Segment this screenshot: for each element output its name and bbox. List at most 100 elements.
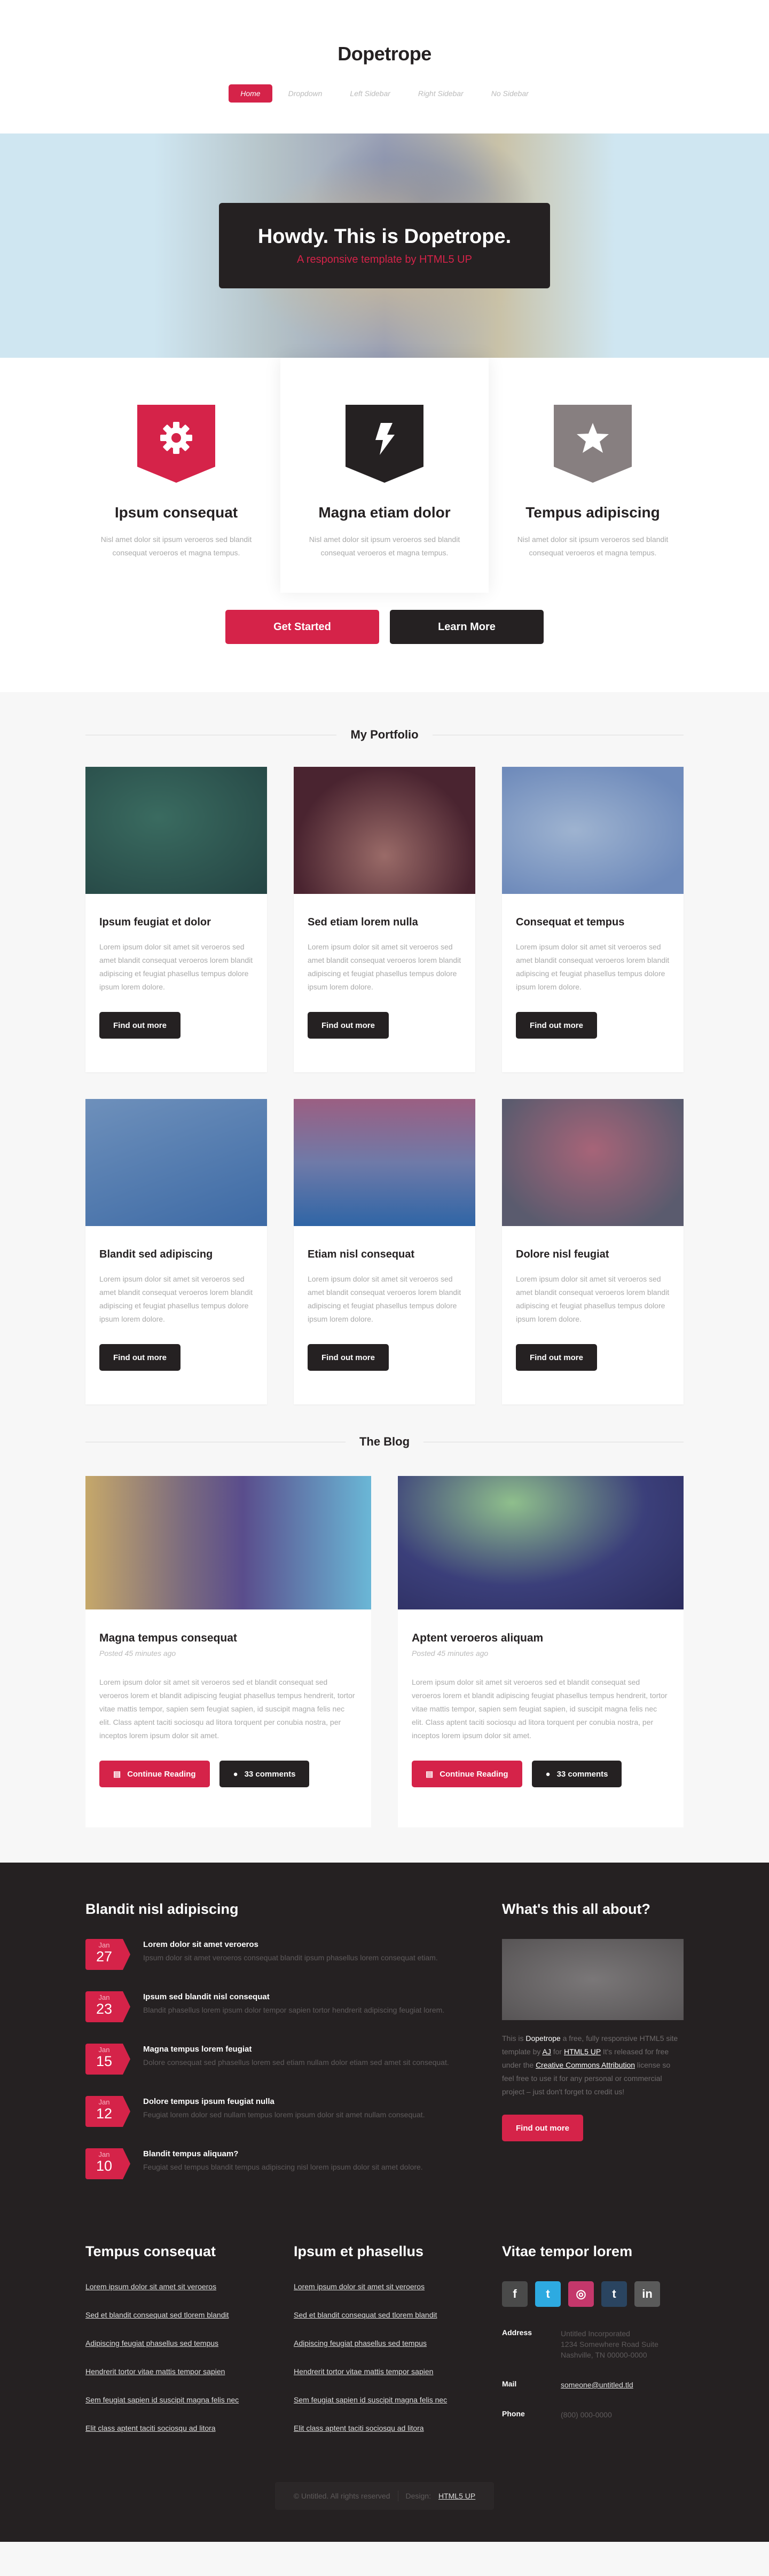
card-title[interactable]: Ipsum feugiat et dolor	[99, 916, 253, 929]
portfolio-heading: My Portfolio	[85, 724, 684, 745]
feature-text: Nisl amet dolor sit ipsum veroeros sed b…	[517, 535, 669, 557]
comments-button[interactable]: ● 33 comments	[219, 1761, 310, 1787]
main-nav: Home Dropdown Left Sidebar Right Sidebar…	[0, 84, 769, 103]
get-started-button[interactable]: Get Started	[225, 610, 379, 644]
card-text: Lorem ipsum dolor sit amet sit veroeros …	[99, 943, 253, 991]
address-line: Untitled Incorporated	[561, 2329, 630, 2338]
comment-icon: ●	[545, 1769, 551, 1779]
news-title: Blandit nisl adipiscing	[85, 1901, 239, 1917]
find-out-more-button[interactable]: Find out more	[308, 1012, 389, 1039]
html5up-link[interactable]: HTML5 UP	[564, 2047, 601, 2056]
find-out-more-button[interactable]: Find out more	[516, 1344, 597, 1371]
cc-license-link[interactable]: Creative Commons Attribution	[536, 2061, 635, 2069]
card-title[interactable]: Consequat et tempus	[516, 916, 670, 929]
card-title[interactable]: Sed etiam lorem nulla	[308, 916, 461, 929]
portfolio-card: Dolore nisl feugiat Lorem ipsum dolor si…	[502, 1099, 684, 1404]
feature-text: Nisl amet dolor sit ipsum veroeros sed b…	[100, 535, 252, 557]
portfolio-card: Etiam nisl consequat Lorem ipsum dolor s…	[294, 1099, 475, 1404]
post-image[interactable]	[398, 1476, 684, 1609]
footer-link[interactable]: Lorem ipsum dolor sit amet sit veroeros	[85, 2282, 272, 2291]
news-item-title[interactable]: Blandit tempus aliquam?	[143, 2149, 423, 2158]
news-item-title[interactable]: Dolore tempus ipsum feugiat nulla	[143, 2097, 425, 2106]
nav-item-left-sidebar[interactable]: Left Sidebar	[338, 84, 402, 103]
nav-item-no-sidebar[interactable]: No Sidebar	[480, 84, 540, 103]
footer-link[interactable]: Adipiscing feugiat phasellus sed tempus	[294, 2339, 481, 2347]
portfolio-image[interactable]	[502, 767, 684, 894]
blog-section: The Blog Magna tempus consequat Posted 4…	[0, 1404, 769, 1863]
find-out-more-button[interactable]: Find out more	[99, 1012, 181, 1039]
continue-reading-button[interactable]: ▤ Continue Reading	[412, 1761, 522, 1787]
footer-link[interactable]: Elit class aptent taciti sociosqu ad lit…	[294, 2424, 481, 2432]
portfolio-image[interactable]	[502, 1099, 684, 1226]
aj-link[interactable]: AJ	[543, 2047, 551, 2056]
footer-link[interactable]: Hendrerit tortor vitae mattis tempor sap…	[85, 2367, 272, 2376]
footer-link[interactable]: Sem feugiat sapien id suscipit magna fel…	[85, 2396, 272, 2404]
linkedin-icon[interactable]: in	[634, 2281, 660, 2307]
hero-banner: Howdy. This is Dopetrope. A responsive t…	[0, 133, 769, 358]
date-badge: Jan 12	[85, 2096, 130, 2127]
nav-item-right-sidebar[interactable]: Right Sidebar	[406, 84, 475, 103]
news-item-title[interactable]: Magna tempus lorem feugiat	[143, 2045, 449, 2054]
news-section: Blandit nisl adipiscing Jan 27 Lorem dolo…	[85, 1901, 481, 2201]
about-text-part: for	[551, 2047, 564, 2056]
footer-link[interactable]: Sem feugiat sapien id suscipit magna fel…	[294, 2396, 481, 2404]
feature-title: Tempus adipiscing	[525, 504, 660, 521]
gear-icon	[137, 405, 215, 483]
post-title[interactable]: Aptent veroeros aliquam	[412, 1632, 670, 1645]
copyright-text: © Untitled. All rights reserved	[293, 2492, 390, 2500]
address-line: Nashville, TN 00000-0000	[561, 2351, 647, 2359]
footer-link[interactable]: Adipiscing feugiat phasellus sed tempus	[85, 2339, 272, 2347]
card-title[interactable]: Dolore nisl feugiat	[516, 1248, 670, 1261]
site-footer: Blandit nisl adipiscing Jan 27 Lorem dolo…	[0, 1863, 769, 2542]
footer-link[interactable]: Hendrerit tortor vitae mattis tempor sap…	[294, 2367, 481, 2376]
footer-link[interactable]: Elit class aptent taciti sociosqu ad lit…	[85, 2424, 272, 2432]
find-out-more-button[interactable]: Find out more	[308, 1344, 389, 1371]
twitter-icon[interactable]: t	[535, 2281, 561, 2307]
design-link[interactable]: HTML5 UP	[438, 2492, 475, 2500]
footer-link[interactable]: Lorem ipsum dolor sit amet sit veroeros	[294, 2282, 481, 2291]
date-month: Jan	[98, 2046, 110, 2054]
feature-text: Nisl amet dolor sit ipsum veroeros sed b…	[309, 535, 460, 557]
portfolio-image[interactable]	[294, 1099, 475, 1226]
portfolio-image[interactable]	[85, 1099, 267, 1226]
card-title[interactable]: Blandit sed adipiscing	[99, 1248, 253, 1261]
find-out-more-button[interactable]: Find out more	[99, 1344, 181, 1371]
date-month: Jan	[98, 2098, 110, 2106]
post-image[interactable]	[85, 1476, 371, 1609]
phone-row: Phone (800) 000-0000	[502, 2409, 684, 2420]
banner-box: Howdy. This is Dopetrope. A responsive t…	[219, 203, 550, 288]
mail-link[interactable]: someone@untitled.tld	[561, 2381, 633, 2389]
contact-title: Vitae tempor lorem	[502, 2243, 633, 2259]
nav-item-home[interactable]: Home	[229, 84, 272, 103]
post-text: Lorem ipsum dolor sit amet sit veroeros …	[99, 1678, 355, 1740]
portfolio-image[interactable]	[85, 767, 267, 894]
copyright-bar: © Untitled. All rights reserved Design: …	[275, 2482, 494, 2510]
footer-link[interactable]: Sed et blandit consequat sed tlorem blan…	[85, 2311, 272, 2319]
card-text: Lorem ipsum dolor sit amet sit veroeros …	[99, 1275, 253, 1323]
nav-item-dropdown[interactable]: Dropdown	[277, 84, 334, 103]
contact-section: Vitae tempor lorem f t ◎ t in Address Un…	[502, 2243, 684, 2452]
dribbble-icon[interactable]: ◎	[568, 2281, 594, 2307]
comments-button[interactable]: ● 33 comments	[531, 1761, 622, 1787]
facebook-icon[interactable]: f	[502, 2281, 528, 2307]
news-item-title[interactable]: Lorem dolor sit amet veroeros	[143, 1940, 438, 1949]
comments-label: 33 comments	[556, 1769, 608, 1779]
post-title[interactable]: Magna tempus consequat	[99, 1632, 357, 1645]
find-out-more-button[interactable]: Find out more	[516, 1012, 597, 1039]
post-meta: Posted 45 minutes ago	[412, 1649, 489, 1658]
date-month: Jan	[98, 2150, 110, 2158]
mail-row: Mail someone@untitled.tld	[502, 2379, 684, 2390]
tumblr-icon[interactable]: t	[601, 2281, 627, 2307]
card-title[interactable]: Etiam nisl consequat	[308, 1248, 461, 1261]
continue-reading-button[interactable]: ▤ Continue Reading	[99, 1761, 210, 1787]
site-logo[interactable]: Dopetrope	[0, 43, 769, 65]
portfolio-card: Blandit sed adipiscing Lorem ipsum dolor…	[85, 1099, 267, 1404]
date-month: Jan	[98, 1993, 110, 2001]
footer-link[interactable]: Sed et blandit consequat sed tlorem blan…	[294, 2311, 481, 2319]
learn-more-button[interactable]: Learn More	[390, 610, 544, 644]
portfolio-card: Sed etiam lorem nulla Lorem ipsum dolor …	[294, 767, 475, 1072]
portfolio-image[interactable]	[294, 767, 475, 894]
news-item: Jan 10 Blandit tempus aliquam? Feugiat sed…	[85, 2148, 481, 2179]
news-item-title[interactable]: Ipsum sed blandit nisl consequat	[143, 1992, 444, 2001]
about-find-out-more-button[interactable]: Find out more	[502, 2115, 583, 2141]
